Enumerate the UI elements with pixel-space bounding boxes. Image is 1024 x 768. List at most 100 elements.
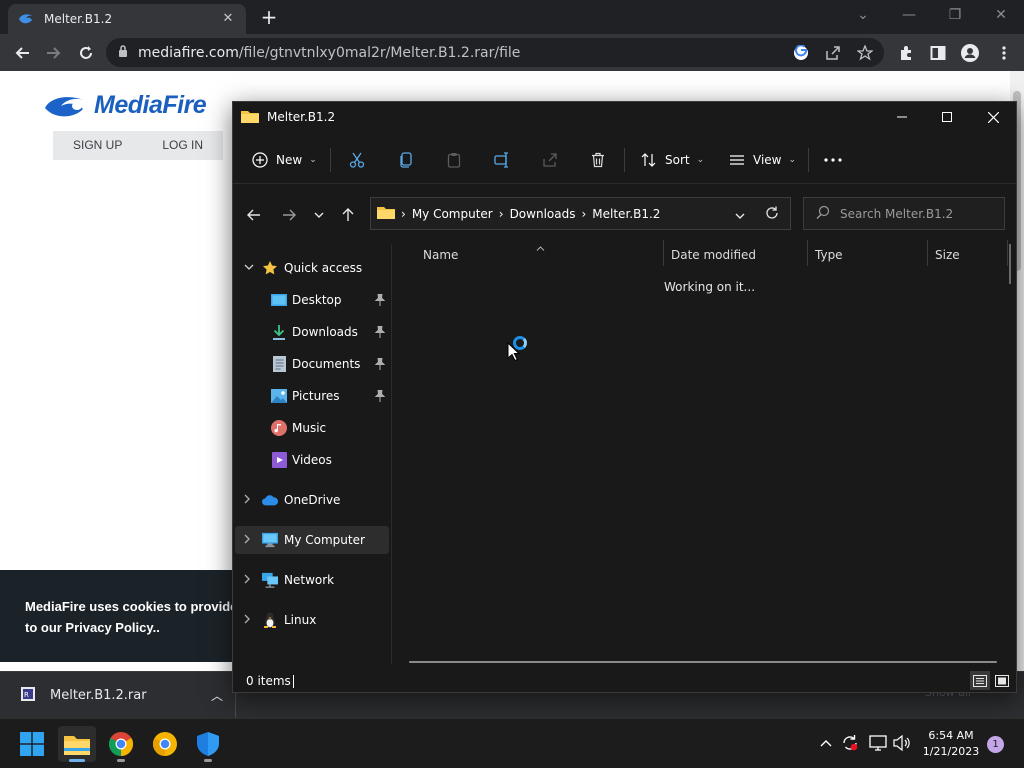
chevron-right-icon[interactable] [244,494,250,507]
back-button[interactable] [10,41,34,65]
forward-arrow-icon[interactable] [276,203,302,227]
chrome-menu-icon[interactable] [994,43,1014,63]
breadcrumb-melter[interactable]: Melter.B1.2 [592,207,660,221]
chevron-down-icon[interactable] [244,263,254,273]
file-explorer-window: Melter.B1.2 New ⌄ Sort ⌄ View ⌄ › My Com… [232,101,1017,693]
chevron-right-icon[interactable] [244,534,250,547]
pin-icon[interactable] [375,326,385,338]
side-panel-icon[interactable] [928,43,948,63]
breadcrumb-downloads[interactable]: Downloads [510,207,576,221]
large-icons-view-button[interactable] [992,671,1012,690]
sync-alert-icon[interactable] [841,734,859,752]
view-button[interactable]: View ⌄ [729,146,796,174]
cloud-icon [262,492,278,508]
status-bar: 0 items [233,670,1016,692]
horizontal-scrollbar[interactable] [409,661,997,663]
chevron-right-icon[interactable] [244,574,250,587]
nav-quick-access[interactable]: Quick access [235,254,389,282]
new-button[interactable]: New ⌄ [252,146,317,174]
taskbar-file-explorer[interactable] [58,726,96,762]
file-list-pane[interactable]: Name Date modified Type Size Working on … [392,240,1016,668]
close-tab-icon[interactable]: ✕ [220,11,236,27]
nav-pictures[interactable]: Pictures [235,382,389,410]
extensions-puzzle-icon[interactable] [896,43,916,63]
share-icon[interactable] [824,44,842,62]
network-status-icon[interactable] [869,734,887,752]
item-count: 0 items [246,674,291,688]
taskbar-windows-security[interactable] [189,726,227,762]
rename-button[interactable] [494,146,510,174]
nav-onedrive[interactable]: OneDrive [235,486,389,514]
column-divider[interactable] [1007,240,1008,266]
address-dropdown-chevron-icon[interactable] [735,208,745,222]
recent-locations-chevron-icon[interactable] [306,203,332,227]
nav-downloads[interactable]: Downloads [235,318,389,346]
forward-button[interactable] [42,41,66,65]
browser-restore-button[interactable]: ❐ [943,5,967,25]
new-tab-button[interactable]: + [258,7,280,29]
profile-avatar-icon[interactable] [960,43,980,63]
copy-button[interactable] [398,146,414,174]
sort-button[interactable]: Sort ⌄ [641,146,704,174]
tab-search-icon[interactable]: ⌄ [851,5,875,25]
vertical-scrollbar[interactable] [1009,244,1011,284]
close-button[interactable] [970,102,1016,132]
taskbar-chrome-canary[interactable] [146,726,184,762]
system-clock[interactable]: 6:54 AM 1/21/2023 [920,728,982,760]
pin-icon[interactable] [375,358,385,370]
more-options-button[interactable] [824,146,842,174]
log-in-link[interactable]: LOG IN [142,131,223,160]
volume-icon[interactable] [893,734,911,752]
pin-icon[interactable] [375,390,385,402]
mediafire-logo[interactable]: MediaFire [44,91,207,120]
column-divider[interactable] [663,240,664,266]
search-input[interactable] [840,206,990,221]
google-lens-icon[interactable] [792,44,810,62]
nav-documents[interactable]: Documents [235,350,389,378]
maximize-button[interactable] [924,102,970,132]
column-header-type[interactable]: Type [815,244,843,266]
sign-up-link[interactable]: SIGN UP [53,131,142,160]
explorer-search-box[interactable] [803,197,1005,230]
show-hidden-icons-chevron-icon[interactable] [817,734,835,752]
minimize-button[interactable] [879,102,925,132]
explorer-address-bar[interactable]: › My Computer › Downloads › Melter.B1.2 [370,197,791,230]
download-item[interactable]: R Melter.B1.2.rar ︿ [0,672,236,718]
column-divider[interactable] [807,240,808,266]
nav-network[interactable]: Network [235,566,389,594]
column-header-date-modified[interactable]: Date modified [671,244,756,266]
browser-close-button[interactable]: ✕ [989,5,1013,25]
breadcrumb-chevron-icon[interactable]: › [401,207,406,221]
nav-linux[interactable]: Linux [235,606,389,634]
back-arrow-icon[interactable] [241,203,267,227]
column-header-size[interactable]: Size [935,244,960,266]
paste-button[interactable] [446,146,462,174]
share-button[interactable] [542,146,558,174]
chevron-right-icon[interactable] [244,614,250,627]
cookie-text-line-2[interactable]: to our Privacy Policy.. [25,617,235,638]
nav-desktop[interactable]: Desktop [235,286,389,314]
browser-minimize-button[interactable]: — [897,5,921,25]
browser-tab[interactable]: Melter.B1.2 ✕ [8,4,246,34]
bookmark-star-icon[interactable] [856,44,874,62]
taskbar-chrome[interactable] [102,726,140,762]
details-view-button[interactable] [970,671,990,690]
explorer-title-bar[interactable]: Melter.B1.2 [233,102,1016,132]
delete-button[interactable] [590,146,606,174]
pin-icon[interactable] [375,294,385,306]
nav-videos[interactable]: Videos [235,446,389,474]
reload-button[interactable] [74,41,98,65]
address-bar[interactable]: mediafire.com/file/gtnvtnlxy0mal2r/Melte… [106,38,884,67]
column-header-name[interactable]: Name [423,244,458,266]
up-arrow-icon[interactable] [335,203,361,227]
start-button[interactable] [13,726,51,762]
breadcrumb-chevron-icon[interactable]: › [581,207,586,221]
column-divider[interactable] [927,240,928,266]
nav-music[interactable]: Music [235,414,389,442]
nav-my-computer[interactable]: My Computer [235,526,389,554]
breadcrumb-chevron-icon[interactable]: › [499,207,504,221]
notification-badge[interactable]: 1 [987,736,1004,753]
cut-button[interactable] [349,146,365,174]
breadcrumb-my-computer[interactable]: My Computer [412,207,493,221]
refresh-icon[interactable] [765,206,779,223]
